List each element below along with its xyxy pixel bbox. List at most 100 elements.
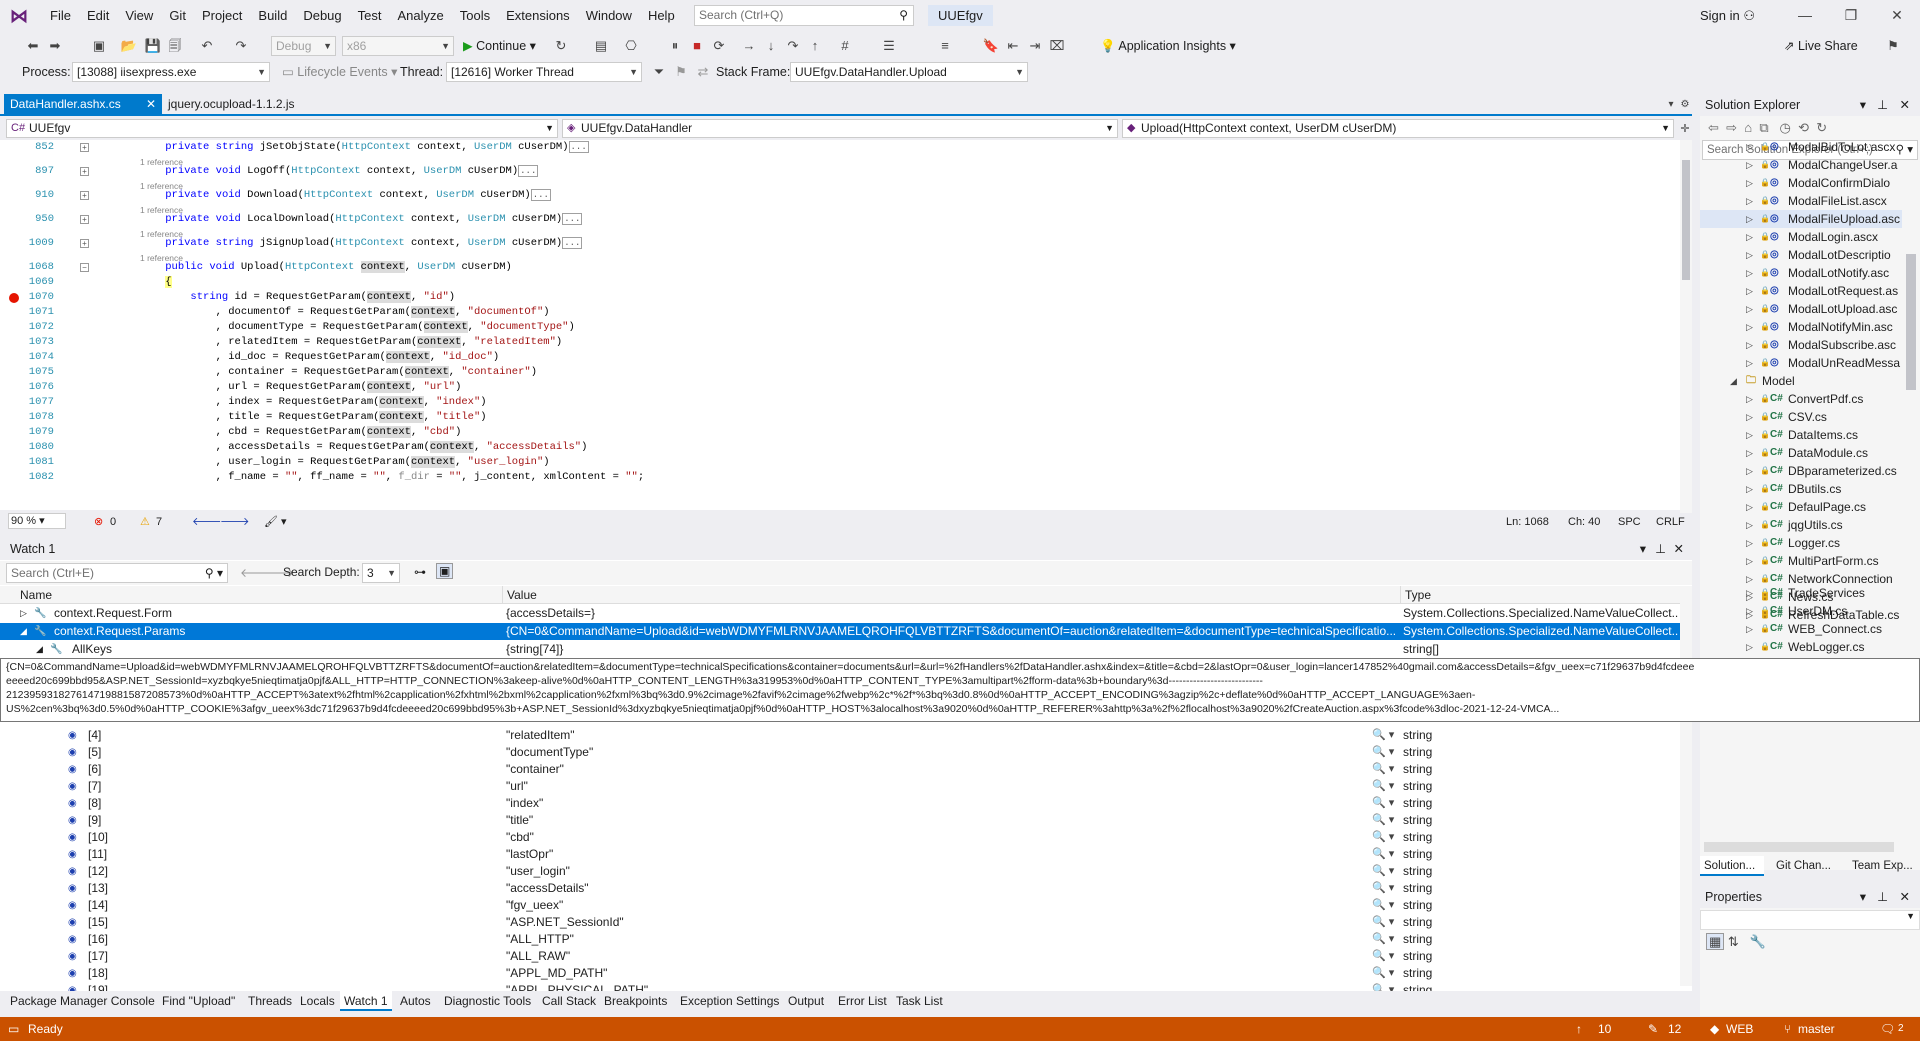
thread-select[interactable]: [12616] Worker Thread ▼ xyxy=(446,62,642,82)
properties-object-select[interactable]: ▼ xyxy=(1700,910,1920,930)
expand-icon[interactable]: ▷ xyxy=(1746,620,1753,638)
array-item-row[interactable]: ◉ [10] "cbd" 🔍 ▾ string xyxy=(0,829,1680,846)
expand-icon[interactable]: ▷ xyxy=(1746,638,1753,656)
back-icon[interactable]: ⬅ xyxy=(24,37,42,55)
tree-item[interactable]: ▷ 🔒 C# WebLogger.cs xyxy=(1700,638,1902,656)
expand-icon[interactable]: ▷ xyxy=(1746,462,1753,480)
step-into-icon[interactable]: ↓ xyxy=(762,37,780,55)
switch-views-icon[interactable]: ⧉ xyxy=(1759,120,1768,135)
code-editor[interactable]: 852 +897 +910 +950 +1009 +1068 − 1069 1070 1071 10… xyxy=(0,140,1680,510)
next-bookmark-icon[interactable]: ⇥ xyxy=(1026,37,1044,55)
tree-item[interactable]: ▷ 🔒 ◎ ModalSubscribe.asc xyxy=(1700,336,1902,354)
search-input[interactable]: Search (Ctrl+Q) ⚲ xyxy=(694,5,914,26)
tab-solution[interactable]: Solution... xyxy=(1700,856,1764,876)
tree-item[interactable]: ▷ 🔒 ◎ ModalLotRequest.as xyxy=(1700,282,1902,300)
error-icon[interactable]: ⊗ xyxy=(94,513,103,531)
col-name[interactable]: Name xyxy=(20,586,52,604)
back-icon[interactable]: ⇦ xyxy=(1708,120,1719,135)
menu-analyze[interactable]: Analyze xyxy=(389,0,451,31)
visualizer-icon[interactable]: 🔍 ▾ xyxy=(1372,727,1394,744)
hex-toggle-icon[interactable]: ▣ xyxy=(436,563,454,579)
expand-icon[interactable]: ▷ xyxy=(1746,480,1753,498)
config-select[interactable]: Debug ▼ xyxy=(271,36,336,56)
array-value[interactable]: "ALL_HTTP" xyxy=(506,931,1396,948)
visualizer-icon[interactable]: 🔍 ▾ xyxy=(1372,744,1394,761)
forward-icon[interactable]: ⇨ xyxy=(1726,120,1737,135)
visualizer-icon[interactable]: 🔍 ▾ xyxy=(1372,778,1394,795)
expand-icon[interactable]: ▷ xyxy=(1746,282,1753,300)
tree-item[interactable]: ▷ 🔒 C# WEB_Connect.cs xyxy=(1700,620,1902,638)
screenshot-icon[interactable]: ⎔ xyxy=(622,37,640,55)
tree-item[interactable]: ▷ 🔒 ◎ ModalConfirmDialo xyxy=(1700,174,1902,192)
code-cleanup-icon[interactable]: 🖌 ▾ xyxy=(264,513,287,531)
tree-item[interactable]: ▷ 🔒 ◎ ModalNotifyMin.asc xyxy=(1700,318,1902,336)
member-nav-select[interactable]: ◆ Upload(HttpContext context, UserDM cUse… xyxy=(1122,119,1674,138)
pin-to-source-icon[interactable]: ⊶ xyxy=(414,565,426,579)
show-next-statement-icon[interactable]: → xyxy=(740,37,758,55)
outline-toggle[interactable]: + xyxy=(80,167,89,176)
repo-icon[interactable]: ◆ xyxy=(1710,1017,1719,1041)
branch-icon[interactable]: ⑂ xyxy=(1784,1017,1791,1041)
array-item-row[interactable]: ◉ [9] "title" 🔍 ▾ string xyxy=(0,812,1680,829)
tree-item[interactable]: ▷ 🔒 C# DBparameterized.cs xyxy=(1700,462,1902,480)
dropdown-icon[interactable]: ▾ xyxy=(1640,539,1646,560)
expand-icon[interactable]: ▷ xyxy=(1746,192,1753,210)
tree-item[interactable]: ▷ 🔒 C# DButils.cs xyxy=(1700,480,1902,498)
col-value[interactable]: Value xyxy=(502,586,537,604)
step-out-icon[interactable]: ↑ xyxy=(806,37,824,55)
tree-item[interactable]: ▷ 🔒 ◎ ModalUnReadMessa xyxy=(1700,354,1902,372)
tree-item[interactable]: ▷ 🔒 ◎ ModalLotUpload.asc xyxy=(1700,300,1902,318)
push-count[interactable]: 10 xyxy=(1598,1017,1611,1041)
outline-toggle[interactable]: + xyxy=(80,191,89,200)
watch-value[interactable]: {string[74]} xyxy=(506,641,1396,658)
horizontal-scrollbar[interactable] xyxy=(1704,842,1894,852)
format-icon[interactable]: ≡ xyxy=(936,37,954,55)
visualizer-icon[interactable]: 🔍 ▾ xyxy=(1372,880,1394,897)
search-depth-select[interactable]: 3 ▼ xyxy=(362,563,400,583)
menu-git[interactable]: Git xyxy=(161,0,194,31)
platform-select[interactable]: x86 ▼ xyxy=(342,36,454,56)
tab-threads[interactable]: Threads xyxy=(244,991,296,1011)
array-item-row[interactable]: ◉ [12] "user_login" 🔍 ▾ string xyxy=(0,863,1680,880)
tab-output[interactable]: Output xyxy=(784,991,828,1011)
tree-item[interactable]: ▷ 🔒 C# DataModule.cs xyxy=(1700,444,1902,462)
visualizer-icon[interactable]: 🔍 ▾ xyxy=(1372,931,1394,948)
array-value[interactable]: "ALL_RAW" xyxy=(506,948,1396,965)
live-share-button[interactable]: ⇗ Live Share xyxy=(1784,33,1858,59)
forward-icon[interactable]: ➡ xyxy=(46,37,64,55)
array-value[interactable]: "lastOpr" xyxy=(506,846,1396,863)
lifecycle-events-button[interactable]: ▭ Lifecycle Events ▾ xyxy=(282,59,397,85)
refresh-icon[interactable]: ↻ xyxy=(1816,120,1827,135)
restart-debug-icon[interactable]: ⟳ xyxy=(710,37,728,55)
watch-scrollbar[interactable] xyxy=(1680,586,1692,986)
comment-icon[interactable]: ☰ xyxy=(880,37,898,55)
tree-item[interactable]: ▷ 🔒 C# TradeServices xyxy=(1700,584,1902,602)
array-value[interactable]: "container" xyxy=(506,761,1396,778)
array-item-row[interactable]: ◉ [11] "lastOpr" 🔍 ▾ string xyxy=(0,846,1680,863)
tree-item[interactable]: ▷ 🔒 ◎ ModalFileUpload.asc xyxy=(1700,210,1902,228)
expand-icon[interactable]: ▷ xyxy=(1746,390,1753,408)
expand-icon[interactable]: ◢ xyxy=(1730,372,1737,390)
visualizer-icon[interactable]: 🔍 ▾ xyxy=(1372,812,1394,829)
signin-link[interactable]: Sign in ⚇ xyxy=(1700,0,1755,31)
array-item-row[interactable]: ◉ [16] "ALL_HTTP" 🔍 ▾ string xyxy=(0,931,1680,948)
expand-icon[interactable]: ▷ xyxy=(1746,498,1753,516)
expand-icon[interactable]: ▷ xyxy=(1746,138,1753,156)
expand-icon[interactable]: ▷ xyxy=(1746,584,1753,602)
array-item-row[interactable]: ◉ [17] "ALL_RAW" 🔍 ▾ string xyxy=(0,948,1680,965)
branch-name[interactable]: master xyxy=(1798,1017,1835,1041)
open-icon[interactable]: 📂 xyxy=(120,37,138,55)
zoom-select[interactable]: 90 % ▾ xyxy=(8,513,66,529)
array-value[interactable]: "ASP.NET_SessionId" xyxy=(506,914,1396,931)
tree-item[interactable]: ▷ 🔒 ◎ ModalLogin.ascx xyxy=(1700,228,1902,246)
array-value[interactable]: "url" xyxy=(506,778,1396,795)
redo-icon[interactable]: ↷ xyxy=(232,37,250,55)
array-value[interactable]: "accessDetails" xyxy=(506,880,1396,897)
watch-row[interactable]: ◢ 🔧 context.Request.Params {CN=0&CommandNam… xyxy=(0,623,1680,640)
tree-item[interactable]: ▷ 🔒 C# ConvertPdf.cs xyxy=(1700,390,1902,408)
expand-icon[interactable]: ▷ xyxy=(1746,408,1753,426)
pin-icon[interactable]: ⊥ xyxy=(1877,886,1888,908)
tab-error-list[interactable]: Error List xyxy=(834,991,891,1011)
pin-icon[interactable]: ⊥ xyxy=(1655,539,1666,560)
outline-toggle[interactable]: + xyxy=(80,239,89,248)
